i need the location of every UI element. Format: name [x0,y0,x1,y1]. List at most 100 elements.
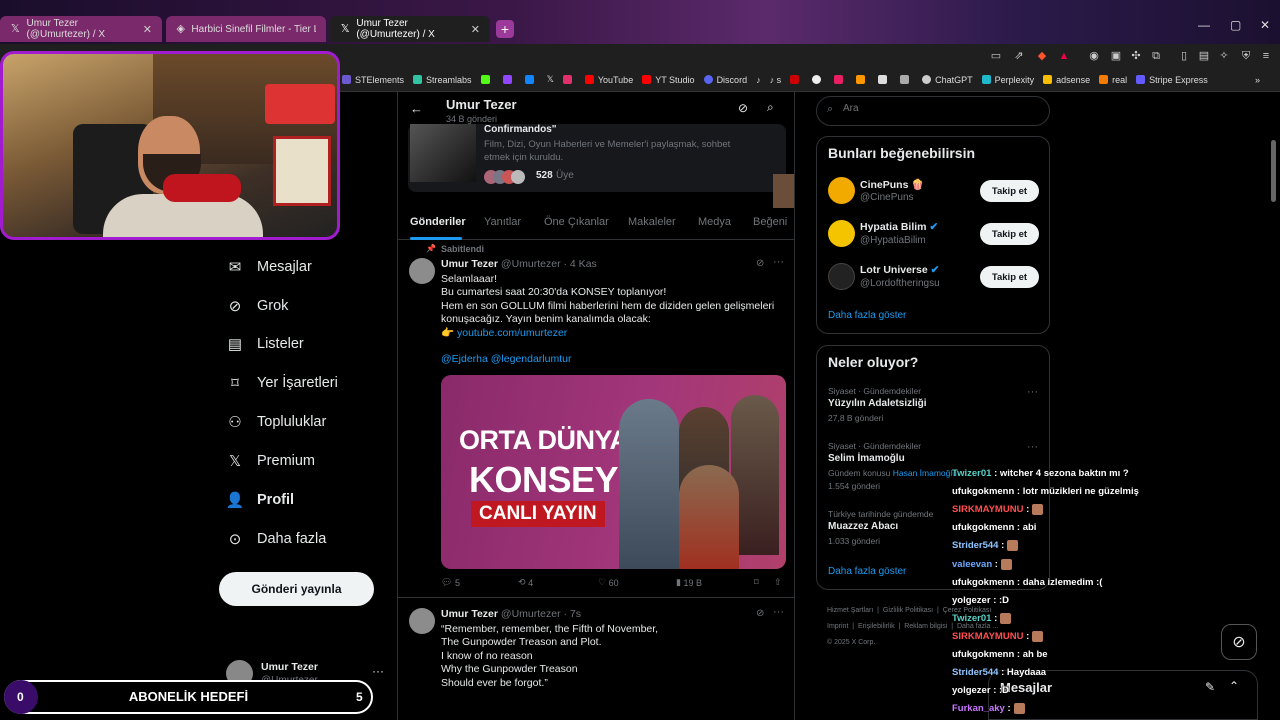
bookmark-item[interactable]: real [1099,75,1127,85]
bookmark-item[interactable] [524,75,538,84]
extension-icon[interactable]: ▣ [1110,50,1122,62]
more-icon[interactable]: ··· [773,256,784,268]
share-icon[interactable]: ⇗ [1013,50,1025,62]
show-more-link[interactable]: Daha fazla göster [828,310,906,321]
post-button[interactable]: Gönderi yayınla [219,572,374,606]
nav-lists[interactable]: ▤ Listeler [226,332,304,356]
bookmark-item[interactable] [562,75,576,84]
grok-icon[interactable]: ⊘ [756,608,764,619]
bookmark-item[interactable] [834,75,847,84]
footer-link[interactable]: Hizmet Şartları [827,607,873,614]
footer-link[interactable]: Reklam bilgisi [904,623,947,630]
sidebar-icon[interactable]: ▯ [1178,50,1190,62]
bookmark-item[interactable]: ChatGPT [922,75,973,85]
back-arrow-icon[interactable]: ← [410,101,423,116]
bookmark-item[interactable]: adsense [1043,75,1090,85]
share-icon[interactable]: ⇧ [774,577,782,588]
footer-link[interactable]: Gizlilik Politikası [883,607,933,614]
tab-articles[interactable]: Makaleler [628,216,676,228]
grok-icon[interactable]: ⊘ [738,101,748,115]
extension-icon[interactable]: ⧉ [1150,50,1162,62]
nav-bookmarks[interactable]: ⌑ Yer İşaretleri [226,371,338,395]
nav-messages[interactable]: ✉ Mesajlar [226,255,312,279]
grok-icon[interactable]: ⊘ [756,258,764,269]
avatar[interactable] [409,608,435,634]
tab-posts[interactable]: Gönderiler [410,216,466,228]
follow-button[interactable]: Takip et [980,266,1039,288]
bookmark-item[interactable] [502,75,516,84]
author-name[interactable]: Umur Tezer [441,258,498,270]
bookmark-item[interactable]: Stripe Express [1136,75,1208,85]
nav-grok[interactable]: ⊘ Grok [226,294,289,318]
tweet[interactable]: Umur Tezer @Umurtezer · 7s ⊘ ··· “Rememb… [398,600,794,720]
tab-likes[interactable]: Beğeni [753,216,787,228]
footer-link[interactable]: Erişilebilirlik [858,623,895,630]
new-tab-button[interactable]: + [496,20,514,38]
browser-tab[interactable]: ◈ Harbici Sinefil Filmler - Tier List, K… [166,16,326,42]
search-input[interactable] [841,102,1041,115]
footer-link[interactable]: Imprint [827,623,848,630]
bookmark-item[interactable]: Streamlabs [413,75,472,85]
bookmark-item[interactable]: 𝕏 [547,74,554,85]
views-action[interactable]: ▮ 19 B [676,577,702,588]
nav-profile[interactable]: 👤 Profil [226,488,294,512]
tweet[interactable]: 📌 Sabitlendi Umur Tezer @Umurtezer · 4 K… [398,242,794,598]
bookmark-icon[interactable]: ⌑ [754,577,759,588]
bookmark-item[interactable] [790,75,803,84]
repost-action[interactable]: ⟲ 4 [518,577,533,588]
browser-tab-active[interactable]: 𝕏 Umur Tezer (@Umurtezer) / X ✕ [330,16,490,42]
puzzle-icon[interactable]: ✣ [1130,50,1142,62]
bookmark-item[interactable] [480,75,494,84]
search-bar[interactable]: ⌕ [816,96,1050,126]
search-icon[interactable]: ⌕ [767,100,774,115]
maximize-icon[interactable]: ▢ [1230,18,1241,32]
bookmark-item[interactable]: ♪ [756,75,761,85]
bookmark-item[interactable]: YT Studio [642,75,695,85]
follow-button[interactable]: Takip et [980,223,1039,245]
install-icon[interactable]: ▭ [990,50,1002,62]
minimize-icon[interactable]: — [1198,18,1210,32]
tweet-image[interactable]: ORTA DÜNYA KONSEYİ CANLI YAYIN [441,375,786,569]
wallet-icon[interactable]: ▤ [1198,50,1210,62]
like-action[interactable]: ♡ 60 [598,577,619,588]
trend-item[interactable]: Siyaset · Gündemdekiler Yüzyılın Adalets… [817,384,1051,428]
new-message-icon[interactable]: ✎ [1205,680,1215,694]
reply-action[interactable]: 💬︎ 5 [441,577,460,588]
bookmark-item[interactable] [856,75,869,84]
nav-communities[interactable]: ⚇ Topluluklar [226,410,326,434]
tab-replies[interactable]: Yanıtlar [484,216,521,228]
author-name[interactable]: Umur Tezer [441,608,498,620]
bookmark-item[interactable] [878,75,891,84]
tweet-mentions[interactable]: @Ejderha @legendarlumtur [441,353,791,366]
bookmark-item[interactable]: ♪ s [770,75,782,85]
bookmarks-more-button[interactable]: » [1255,75,1260,85]
brave-shield-icon[interactable]: ◆ [1036,50,1048,62]
ai-icon[interactable]: ✧ [1218,50,1230,62]
bookmark-item[interactable]: Perplexity [981,75,1034,85]
more-icon[interactable]: ··· [1027,386,1038,398]
grok-floating-button[interactable]: ⊘ [1221,624,1257,660]
follow-suggestion[interactable]: Lotr Universe ✔ @Lordoftheringsu Takip e… [817,261,1051,293]
follow-suggestion[interactable]: CinePuns 🍿 @CinePuns Takip et [817,175,1051,207]
follow-suggestion[interactable]: Hypatia Bilim ✔ @HypatiaBilim Takip et [817,218,1051,250]
rewards-icon[interactable]: ▲ [1058,50,1070,62]
close-window-icon[interactable]: ✕ [1260,18,1270,32]
bookmark-item[interactable]: STElements [342,75,404,85]
close-tab-icon[interactable]: ✕ [471,23,480,36]
tweet-link[interactable]: youtube.com/umurtezer [457,327,567,339]
bookmark-item[interactable] [900,75,913,84]
more-icon[interactable]: ··· [372,664,384,678]
show-more-link[interactable]: Daha fazla göster [828,566,906,577]
bookmark-item[interactable] [812,75,825,84]
tweet-time[interactable]: · 7s [564,608,582,620]
tab-media[interactable]: Medya [698,216,731,228]
more-icon[interactable]: ··· [1027,441,1038,453]
close-tab-icon[interactable]: ✕ [143,23,152,36]
nav-more[interactable]: ⊙ Daha fazla [226,527,327,551]
follow-button[interactable]: Takip et [980,180,1039,202]
tweet-time[interactable]: · 4 Kas [564,258,597,270]
bookmark-item[interactable]: Discord [703,75,747,85]
avatar[interactable] [409,258,435,284]
bookmark-item[interactable]: YouTube [584,75,633,85]
menu-icon[interactable]: ≡ [1260,50,1272,62]
